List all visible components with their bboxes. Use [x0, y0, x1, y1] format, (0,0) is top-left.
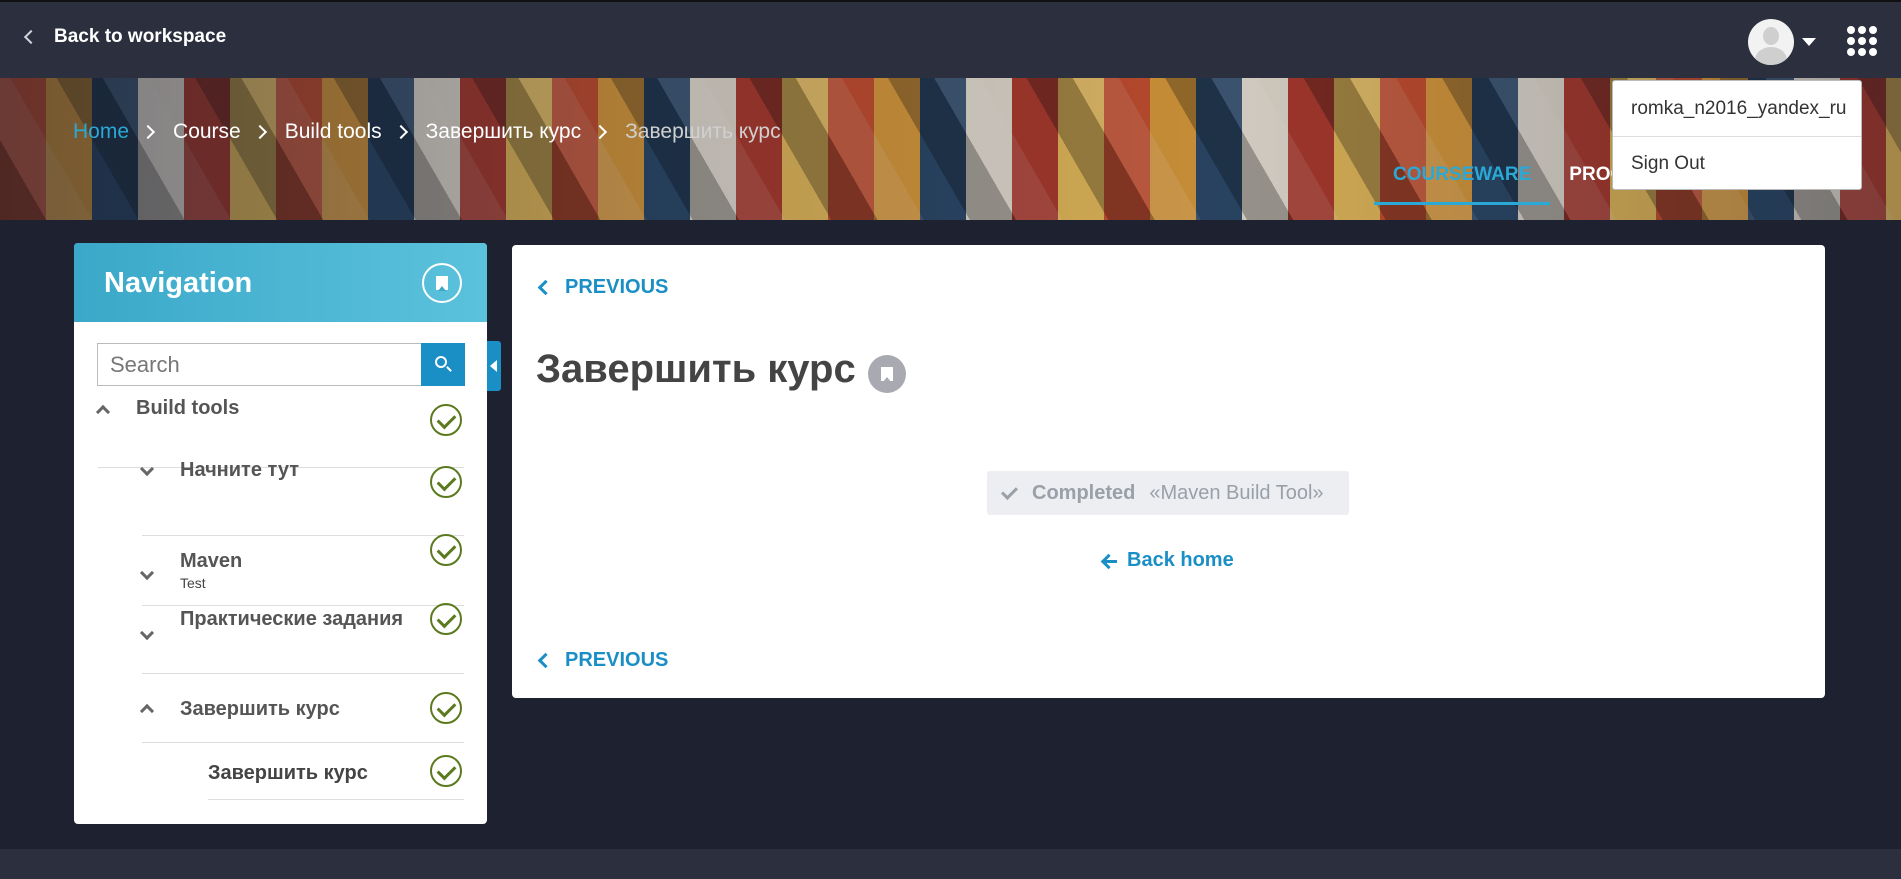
tree-item-label: Начните тут [180, 459, 299, 481]
chevron-right-icon [252, 124, 267, 140]
chevron-up-icon [139, 703, 155, 718]
navigation-header: Navigation [74, 243, 487, 322]
user-avatar[interactable] [1748, 19, 1794, 65]
navigation-search [97, 343, 465, 386]
tree-item-finish-course-section[interactable]: Завершить курс [139, 698, 340, 721]
tree-item-label: Build tools [136, 397, 240, 419]
chevron-down-icon[interactable] [1802, 38, 1816, 46]
chevron-right-icon [140, 124, 156, 140]
tree-item-maven[interactable]: Maven Test [139, 550, 242, 591]
sign-out-item[interactable]: Sign Out [1613, 136, 1861, 191]
breadcrumb-finish-course-section[interactable]: Завершить курс [426, 120, 581, 144]
bookmark-unit-button[interactable] [868, 355, 906, 393]
divider [142, 673, 464, 674]
back-to-workspace-link[interactable]: Back to workspace [23, 26, 227, 48]
search-icon [435, 356, 447, 368]
tree-item-text: Maven Test [180, 550, 242, 591]
previous-label: PREVIOUS [565, 649, 669, 671]
navigation-title: Navigation [104, 267, 253, 299]
bookmark-icon [881, 367, 893, 382]
check-circle-icon [430, 404, 462, 436]
tree-item-label: Maven [180, 550, 243, 572]
course-navigation-panel: Navigation Build tools Начните тут Maven… [74, 243, 487, 824]
tree-item-label: Практические задания [180, 607, 404, 630]
divider [208, 799, 464, 800]
check-circle-icon [430, 466, 462, 498]
unit-title: Завершить курс [536, 347, 856, 391]
tree-item-practical-tasks[interactable]: Практические задания [139, 608, 403, 641]
previous-button-top[interactable]: PREVIOUS [537, 276, 669, 299]
footer-band [0, 849, 1901, 879]
divider [142, 535, 464, 536]
unit-content: PREVIOUS Завершить курс Completed «Maven… [512, 245, 1825, 698]
check-circle-icon [430, 755, 462, 787]
search-input[interactable] [97, 343, 421, 386]
chevron-left-icon [537, 652, 554, 669]
completed-course-name: «Maven Build Tool» [1149, 481, 1324, 504]
check-circle-icon [430, 534, 462, 566]
tree-item-label: Завершить курс [180, 698, 340, 720]
breadcrumb-build-tools[interactable]: Build tools [285, 120, 382, 144]
top-bar: Back to workspace [0, 0, 1901, 78]
completed-label: Completed [1032, 481, 1136, 504]
back-to-workspace-label: Back to workspace [54, 26, 227, 47]
chevron-up-icon [95, 404, 111, 419]
tree-item-start-here[interactable]: Начните тут [139, 459, 299, 482]
tab-courseware[interactable]: COURSEWARE [1374, 158, 1551, 205]
divider [142, 742, 464, 743]
breadcrumb-course[interactable]: Course [173, 120, 241, 144]
tree-item-finish-course-unit[interactable]: Завершить курс [208, 762, 368, 785]
chevron-down-icon [139, 565, 155, 580]
check-circle-icon [430, 692, 462, 724]
back-home-link[interactable]: Back home [1101, 549, 1234, 572]
previous-label: PREVIOUS [565, 276, 669, 298]
chevron-down-icon [139, 625, 155, 641]
apps-grid-icon[interactable] [1847, 26, 1877, 56]
dropdown-username[interactable]: romka_n2016_yandex_ru [1613, 81, 1861, 136]
arrow-left-icon [1101, 554, 1117, 568]
back-home-label: Back home [1127, 549, 1234, 571]
bookmarks-button[interactable] [422, 263, 462, 303]
user-dropdown-menu: romka_n2016_yandex_ru Sign Out [1612, 80, 1862, 190]
breadcrumb-current: Завершить курс [625, 120, 781, 143]
chevron-left-icon [23, 29, 39, 45]
tree-item-label: Завершить курс [208, 762, 368, 784]
chevron-right-icon [393, 124, 408, 140]
tree-item-build-tools[interactable]: Build tools [95, 397, 240, 420]
tree-item-sublabel: Test [180, 575, 206, 591]
bookmark-icon [436, 276, 448, 291]
divider [142, 605, 464, 606]
search-button[interactable] [421, 343, 465, 386]
previous-button-bottom[interactable]: PREVIOUS [537, 649, 669, 672]
chevron-right-icon [593, 124, 608, 140]
chevron-left-icon [537, 279, 554, 296]
chevron-down-icon [139, 461, 155, 476]
collapse-navigation-button[interactable] [487, 341, 501, 391]
completed-status-badge: Completed «Maven Build Tool» [987, 471, 1349, 515]
breadcrumb-home[interactable]: Home [73, 120, 129, 144]
checkmark-icon [1001, 482, 1018, 500]
check-circle-icon [430, 603, 462, 635]
breadcrumb: Home Course Build tools Завершить курс З… [73, 120, 781, 144]
